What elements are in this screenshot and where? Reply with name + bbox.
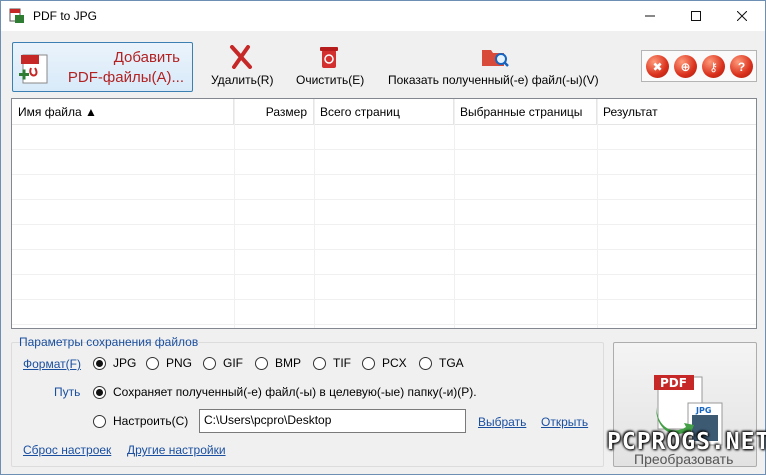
extra-buttons-group: ✖ ⊕ ⚷ ? [641,50,757,82]
delete-x-icon [230,45,252,69]
reset-settings-link[interactable]: Сброс настроек [23,443,111,457]
clear-button[interactable]: Очистить(E) [291,45,367,89]
table-row [12,175,756,200]
format-gif-radio[interactable]: GIF [203,356,243,370]
svg-text:JPG: JPG [695,406,711,415]
show-output-button[interactable]: Показать полученный(-е) файл(-ы)(V) [385,45,605,89]
table-row [12,225,756,250]
other-settings-link[interactable]: Другие настройки [127,443,226,457]
open-link[interactable]: Открыть [541,415,588,429]
format-bmp-radio[interactable]: BMP [255,356,301,370]
format-tif-radio[interactable]: TIF [313,356,351,370]
file-table[interactable]: Имя файла ▲ Размер Всего страниц Выбранн… [11,98,757,329]
add-pdf-files-button[interactable]: Добавить PDF-файлы(A)... [12,42,193,92]
format-pcx-radio[interactable]: PCX [362,356,407,370]
save-settings-title: Параметры сохранения файлов [19,335,199,349]
table-header: Имя файла ▲ Размер Всего страниц Выбранн… [12,99,756,125]
save-to-source-radio[interactable]: Сохраняет полученный(-е) файл(-ы) в целе… [93,385,477,399]
tools-button[interactable]: ✖ [646,55,669,78]
title-bar[interactable]: PDF to JPG [1,1,765,31]
browse-link[interactable]: Выбрать [478,415,526,429]
close-icon [737,11,747,21]
svg-text:PDF: PDF [660,376,687,390]
table-row [12,250,756,275]
maximize-button[interactable] [673,1,719,31]
column-result[interactable]: Результат [597,99,756,125]
path-label: Путь [54,385,81,399]
format-tga-radio[interactable]: TGA [419,356,464,370]
format-png-radio[interactable]: PNG [146,356,192,370]
minimize-icon [645,15,655,17]
format-label: Формат(F) [23,357,81,371]
add-label-line2: PDF-файлы(A)... [67,69,184,86]
table-row [12,275,756,300]
table-row [12,200,756,225]
folder-search-icon [482,50,509,67]
window-title: PDF to JPG [33,9,98,23]
output-path-input[interactable]: C:\Users\pcpro\Desktop [199,409,466,433]
clear-label: Очистить(E) [296,73,365,87]
key-icon: ⚷ [709,59,718,74]
show-output-label: Показать полученный(-е) файл(-ы)(V) [388,73,599,87]
add-label-line1: Добавить [113,49,180,66]
web-button[interactable]: ⊕ [674,55,697,78]
format-jpg-radio[interactable]: JPG [93,356,136,370]
delete-label: Удалить(R) [211,73,274,87]
help-button[interactable]: ? [730,55,753,78]
column-selected-pages[interactable]: Выбранные страницы [454,99,597,125]
help-icon: ? [737,59,746,74]
minimize-button[interactable] [627,1,673,31]
close-button[interactable] [719,1,765,31]
custom-path-radio[interactable]: Настроить(C) [93,414,188,428]
globe-icon: ⊕ [680,59,691,74]
column-size[interactable]: Размер [234,99,314,125]
table-row [12,150,756,175]
add-pdf-icon [19,54,48,84]
watermark-text: PCPROGS.NET [607,429,766,455]
column-filename[interactable]: Имя файла ▲ [12,99,234,125]
app-window: PDF to JPG Добавить PDF-файлы(A)... Удал… [0,0,766,475]
register-button[interactable]: ⚷ [702,55,725,78]
delete-button[interactable]: Удалить(R) [206,45,276,89]
tools-icon: ✖ [652,59,663,74]
table-row [12,300,756,325]
column-total-pages[interactable]: Всего страниц [314,99,454,125]
table-row [12,125,756,150]
app-icon [9,8,24,23]
recycle-bin-icon [320,47,338,68]
maximize-icon [691,11,701,21]
